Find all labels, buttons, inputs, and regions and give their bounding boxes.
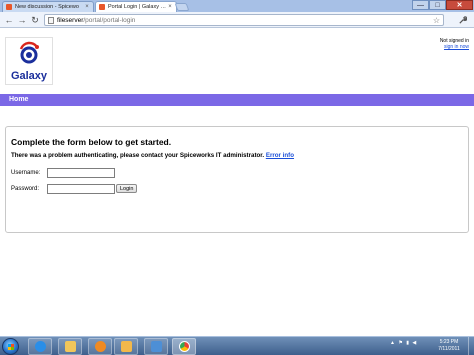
folder-icon [64, 341, 76, 352]
back-arrow-icon[interactable]: ← [3, 14, 15, 26]
portal-favicon-icon [99, 4, 105, 10]
error-text: There was a problem authenticating, plea… [11, 152, 265, 159]
error-message: There was a problem authenticating, plea… [11, 152, 294, 159]
username-label: Username: [11, 170, 41, 176]
taskbar-media-button[interactable] [88, 338, 112, 355]
tab-portal-login[interactable]: Portal Login | Galaxy Intellig × [95, 1, 177, 12]
windows-logo-icon [8, 344, 14, 350]
taskbar-outlook-button[interactable] [114, 338, 138, 355]
browser-tabstrip: New discussion - Spicewo × Portal Login … [0, 0, 474, 12]
tab-close-icon[interactable]: × [84, 4, 90, 10]
taskbar-explorer-button[interactable] [58, 338, 82, 355]
tab-close-icon[interactable]: × [167, 4, 173, 10]
form-heading: Complete the form below to get started. [11, 137, 172, 147]
logo-text: Galaxy [11, 70, 48, 82]
maximize-button[interactable]: □ [429, 0, 446, 10]
reload-icon[interactable]: ↻ [29, 14, 41, 26]
page-content: Galaxy Not signed in sign in now Home Co… [0, 29, 474, 336]
taskbar-ie-button[interactable] [28, 338, 52, 355]
tab-new-discussion[interactable]: New discussion - Spicewo × [2, 1, 94, 12]
network-icon [150, 341, 162, 352]
chrome-icon [178, 341, 190, 352]
media-icon [94, 341, 106, 352]
browser-toolbar: ← → ↻ fileserver/portal/portal-login ☆ [0, 12, 474, 28]
address-path: /portal/portal-login [83, 16, 136, 24]
clock-time: 5:23 PM [439, 339, 459, 345]
error-info-link[interactable]: Error info [266, 152, 294, 159]
taskbar-chrome-button[interactable] [172, 338, 196, 355]
outlook-icon [120, 341, 132, 352]
galaxy-logo[interactable]: Galaxy [5, 37, 53, 85]
address-host: fileserver [57, 16, 84, 24]
site-navbar: Home [0, 94, 474, 106]
address-bar[interactable]: fileserver/portal/portal-login ☆ [44, 14, 444, 26]
sign-in-link[interactable]: sign in now [440, 44, 469, 50]
ie-icon [34, 341, 46, 352]
spiceworks-favicon-icon [6, 4, 12, 10]
close-window-button[interactable]: ✕ [446, 0, 473, 10]
taskbar-clock[interactable]: 5:23 PM 7/11/2011 [432, 339, 466, 353]
forward-arrow-icon[interactable]: → [16, 14, 28, 26]
start-button[interactable] [2, 338, 19, 355]
tab-label: Portal Login | Galaxy Intellig [108, 4, 167, 10]
clock-date: 7/11/2011 [438, 346, 460, 352]
site-header: Galaxy Not signed in sign in now [0, 29, 474, 94]
minimize-button[interactable]: — [412, 0, 429, 10]
system-tray-icons[interactable]: ▲ ⚑ ▮ ◀ [390, 340, 417, 346]
bookmark-star-icon[interactable]: ☆ [433, 16, 440, 25]
password-label: Password: [11, 186, 40, 192]
login-button[interactable]: Login [116, 184, 138, 193]
page-icon [48, 16, 54, 24]
tab-label: New discussion - Spicewo [15, 4, 79, 10]
username-field[interactable] [47, 168, 115, 178]
taskbar-network-button[interactable] [144, 338, 168, 355]
show-desktop-button[interactable] [468, 337, 474, 355]
new-tab-button[interactable] [174, 3, 190, 11]
login-form: Complete the form below to get started. … [5, 126, 469, 233]
password-field[interactable] [47, 184, 115, 194]
taskbar: ▲ ⚑ ▮ ◀ 5:23 PM 7/11/2011 [0, 336, 474, 355]
nav-home-link[interactable]: Home [9, 96, 28, 103]
wrench-menu-icon[interactable] [456, 14, 468, 26]
user-status-box: Not signed in sign in now [440, 38, 469, 50]
